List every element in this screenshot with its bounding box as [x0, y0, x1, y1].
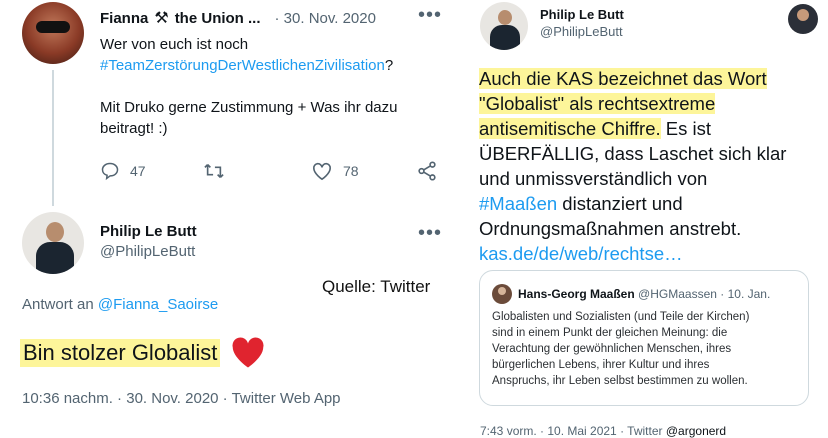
avatar-philip[interactable] [22, 212, 84, 274]
share-action[interactable] [416, 161, 438, 181]
heart-outline-icon [311, 161, 333, 181]
quoted-text: Globalisten und Sozialisten (und Teile d… [492, 311, 750, 387]
meta-user[interactable]: @argonerd [666, 424, 726, 438]
red-heart-icon [230, 337, 266, 369]
avatar-maassen [492, 284, 512, 304]
author-name-suffix[interactable]: the Union ... [175, 10, 261, 27]
hashtag-link[interactable]: #TeamZerstörungDerWestlichenZivilisation [100, 57, 385, 74]
reply-count: 47 [130, 163, 146, 179]
more-options-icon[interactable]: ••• [418, 223, 442, 243]
avatar-fianna[interactable] [22, 2, 84, 64]
quoted-author-name: Hans-Georg Maaßen [518, 287, 635, 301]
like-action[interactable]: 78 [311, 161, 359, 181]
author-handle[interactable]: @PhilipLeButt [540, 23, 624, 40]
like-count: 78 [343, 163, 359, 179]
hammer-pick-icon: ⚒ [154, 10, 169, 27]
thread-line [52, 70, 54, 206]
author-name[interactable]: Philip Le Butt [540, 6, 624, 23]
retweet-icon [203, 161, 225, 181]
quoted-tweet-card[interactable]: Hans-Georg Maaßen @HGMaassen · 10. Jan. … [479, 270, 809, 406]
author-handle[interactable]: @PhilipLeButt [100, 242, 197, 262]
source-caption: Quelle: Twitter [322, 277, 431, 296]
reply-to-mention[interactable]: @Fianna_Saoirse [98, 296, 218, 313]
quoted-author-handle: @HGMaassen [638, 287, 717, 301]
face-censor-bar [36, 21, 70, 33]
retweet-action[interactable] [203, 161, 225, 181]
hashtag-link[interactable]: #Maaßen [479, 193, 557, 214]
reply-to-line: Antwort an @Fianna_Saoirse [22, 296, 219, 313]
tweet-timestamp[interactable]: · 30. Nov. 2020 [275, 10, 376, 27]
quoted-date: · 10. Jan. [720, 287, 771, 301]
reply-action[interactable]: 47 [100, 161, 146, 181]
avatar-philip[interactable] [480, 2, 528, 50]
tweet-main-text: Bin stolzer Globalist [20, 337, 266, 369]
tweet-meta: 10:36 nachm. · 30. Nov. 2020 · Twitter W… [22, 390, 341, 407]
tweet-meta: 7:43 vorm. · 10. Mai 2021 · Twitter @arg… [480, 424, 727, 438]
tweet-text: Wer von euch ist noch #TeamZerstörungDer… [100, 36, 398, 137]
account-avatar[interactable] [788, 4, 818, 34]
share-icon [416, 161, 438, 181]
article-link[interactable]: kas.de/de/web/rechtse… [479, 243, 683, 264]
avatar-figure [46, 222, 64, 242]
author-name[interactable]: Philip Le Butt [100, 222, 197, 242]
author-name[interactable]: Fianna [100, 10, 148, 27]
more-options-icon[interactable]: ••• [418, 5, 442, 25]
reply-icon [100, 161, 120, 181]
tweet-text: Auch die KAS bezeichnet das Wort "Global… [479, 68, 787, 264]
